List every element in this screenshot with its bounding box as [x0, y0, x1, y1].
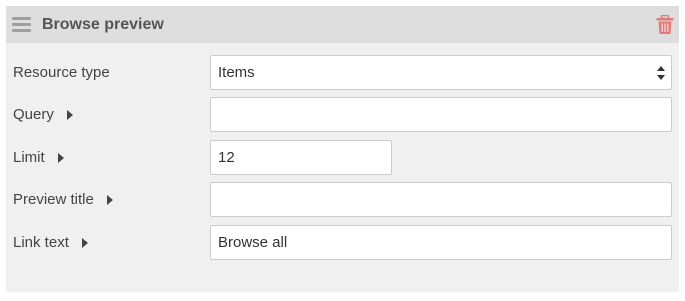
preview-title-label-text: Preview title [13, 191, 94, 208]
query-label: Query [13, 105, 73, 125]
resource-type-select[interactable]: Items [210, 55, 672, 90]
query-label-text: Query [13, 106, 54, 123]
caret-right-icon[interactable] [81, 238, 88, 248]
caret-right-icon[interactable] [106, 195, 113, 205]
link-text-label-text: Link text [13, 234, 69, 251]
limit-label-text: Limit [13, 149, 45, 166]
panel-title: Browse preview [42, 16, 164, 33]
link-text-input[interactable] [210, 225, 672, 260]
caret-right-icon[interactable] [66, 110, 73, 120]
resource-type-label-text: Resource type [13, 64, 110, 81]
query-input[interactable] [210, 97, 672, 132]
resource-type-selected-value: Items [218, 64, 255, 81]
preview-title-input[interactable] [210, 182, 672, 217]
trash-icon[interactable] [656, 14, 674, 35]
limit-label: Limit [13, 148, 64, 168]
caret-right-icon[interactable] [57, 153, 64, 163]
preview-title-label: Preview title [13, 190, 113, 210]
hamburger-icon[interactable] [12, 17, 31, 33]
limit-input[interactable] [210, 140, 392, 175]
browse-preview-block: Browse preview Resource type Items Query… [6, 6, 679, 292]
select-arrows-icon [657, 66, 665, 80]
link-text-label: Link text [13, 233, 88, 253]
resource-type-label: Resource type [13, 63, 110, 83]
panel-header: Browse preview [6, 6, 679, 43]
